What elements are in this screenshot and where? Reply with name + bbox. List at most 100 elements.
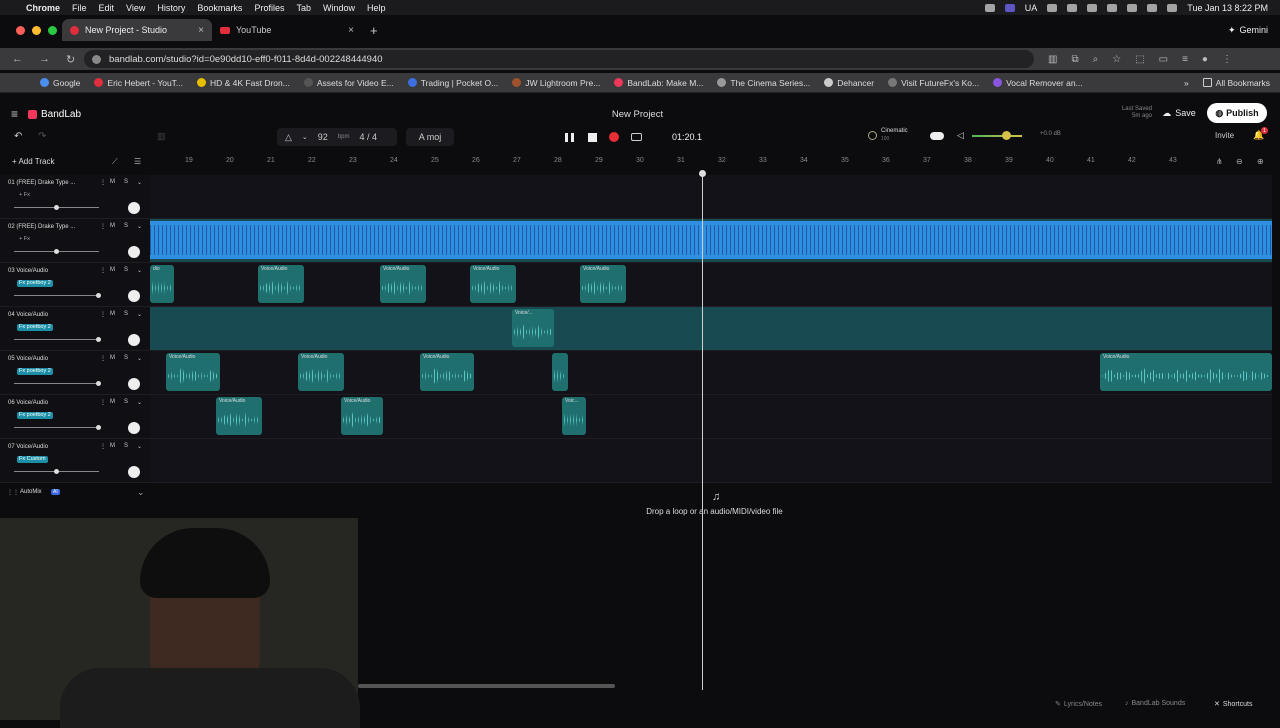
track-name[interactable]: 03 Voice/Audio [8,268,48,274]
track-volume-handle[interactable] [96,425,101,430]
menu-help[interactable]: Help [367,3,386,13]
invite-button[interactable]: Invite [1215,131,1234,140]
fx-button[interactable]: Fx Custom [17,456,48,463]
track-name[interactable]: 06 Voice/Audio [8,400,48,406]
more-options-icon[interactable]: ⋮ [100,399,106,406]
fx-button[interactable]: Fx poetboy 2 [17,280,53,287]
track-volume-handle[interactable] [53,205,59,210]
bookmark[interactable]: Eric Hebert - YouT... [94,78,183,88]
track-lane[interactable]: Voice/Audio Voice/Audio Voice/Audio Voice/A… [150,351,1272,395]
search-icon[interactable] [1147,3,1158,12]
horizontal-scrollbar[interactable] [358,684,615,688]
new-tab-icon[interactable]: + [370,23,378,38]
solo-button[interactable]: S [124,355,128,361]
input-language[interactable]: UA [1025,3,1038,13]
track-header[interactable]: 02 (FREE) Drake Type ... + Fx ⋮ M S ⌄ [0,219,150,263]
bookmark[interactable]: Vocal Remover an... [993,78,1083,88]
solo-button[interactable]: S [124,179,128,185]
zoom-in-icon[interactable]: ⊕ [1257,157,1264,166]
audio-clip[interactable] [552,353,568,391]
solo-button[interactable]: S [124,223,128,229]
pan-knob[interactable] [128,466,140,478]
more-options-icon[interactable]: ⋮ [100,267,106,274]
track-lane[interactable] [150,439,1272,483]
fx-button[interactable]: Fx poetboy 2 [17,324,53,331]
pan-knob[interactable] [128,378,140,390]
track-header[interactable]: 07 Voice/Audio Fx Custom ⋮ M S ⌄ [0,439,150,483]
media-icon[interactable]: ≡ [1182,54,1188,65]
track-volume-handle[interactable] [96,337,101,342]
lyrics-notes-button[interactable]: ✎ Lyrics/Notes [1055,700,1102,709]
menu-kebab-icon[interactable]: ⋮ [1222,54,1232,65]
sidebar-icon[interactable]: ▥ [1048,54,1057,65]
track-volume-handle[interactable] [53,249,59,254]
track-lane[interactable]: Voice/... [150,307,1272,351]
beat-clip[interactable] [150,221,1272,259]
redo-icon[interactable]: ↷ [38,131,46,142]
audio-clip[interactable]: Voice/Audio [258,265,304,303]
gemini-button[interactable]: ✦ Gemini [1228,25,1268,36]
automix-label[interactable]: AutoMix [20,489,42,495]
close-tab-icon[interactable]: × [348,25,354,36]
add-track-button[interactable]: + Add Track [12,157,54,166]
playhead-handle[interactable] [699,170,706,177]
project-title[interactable]: New Project [560,109,715,120]
bookmark-star-icon[interactable]: ☆ [1112,54,1121,65]
site-info-icon[interactable] [92,54,101,64]
more-options-icon[interactable]: ⋮ [100,355,106,362]
mute-button[interactable]: M [110,179,115,185]
back-icon[interactable]: ← [12,53,23,66]
chevron-down-icon[interactable]: ⌄ [137,443,142,450]
chevron-down-icon[interactable]: ⌄ [137,355,142,362]
reload-icon[interactable]: ↻ [66,53,75,66]
audio-clip[interactable]: Voice/Audio [380,265,426,303]
track-settings-icon[interactable]: ☰ [134,157,141,166]
bluetooth-icon[interactable] [1067,3,1078,12]
save-button[interactable]: ☁ Save [1158,104,1200,122]
audio-clip[interactable]: Voic... [562,397,586,435]
solo-button[interactable]: S [124,399,128,405]
more-options-icon[interactable]: ⋮ [100,179,106,186]
audio-clip[interactable]: Voice/Audio [580,265,626,303]
url-field[interactable]: bandlab.com/studio?id=0e90dd10-eff0-f011… [84,50,1034,68]
playhead[interactable] [702,172,703,690]
pan-knob[interactable] [128,290,140,302]
status-icon[interactable] [984,3,995,12]
menu-file[interactable]: File [72,3,87,13]
track-volume-handle[interactable] [96,381,101,386]
zoom-window-icon[interactable] [48,25,57,35]
audio-clip[interactable]: Voice/Audio [420,353,474,391]
chevron-down-icon[interactable]: ⌄ [137,311,142,318]
cast-icon[interactable]: ⧉ [1071,54,1078,65]
hamburger-menu-icon[interactable]: ≡ [11,107,18,121]
menu-history[interactable]: History [157,3,185,13]
track-header[interactable]: 04 Voice/Audio Fx poetboy 2 ⋮ M S ⌄ [0,307,150,351]
pan-knob[interactable] [128,422,140,434]
wifi-icon[interactable] [1127,3,1138,12]
track-name[interactable]: 01 (FREE) Drake Type ... [8,180,75,186]
pan-knob[interactable] [128,334,140,346]
chevron-down-icon[interactable]: ⌄ [137,223,142,230]
volume-icon[interactable] [1087,3,1098,12]
menu-view[interactable]: View [126,3,145,13]
bookmark[interactable]: Dehancer [824,78,874,88]
bookmark[interactable]: The Cinema Series... [717,78,810,88]
publish-button[interactable]: ◍ Publish [1207,103,1267,123]
stop-icon[interactable] [588,132,597,142]
undo-icon[interactable]: ↶ [14,131,22,142]
more-options-icon[interactable]: ⋮ [100,443,106,450]
tab-youtube[interactable]: YouTube × [212,19,362,41]
audio-clip[interactable]: Voice/Audio [1100,353,1272,391]
chevron-down-icon[interactable]: ⌄ [137,399,142,406]
solo-button[interactable]: S [124,267,128,273]
split-view-icon[interactable]: ▭ [1159,54,1168,65]
audio-clip[interactable]: dio [150,265,174,303]
chevron-down-icon[interactable]: ⌄ [137,487,145,498]
audio-clip[interactable]: Voice/Audio [298,353,344,391]
chevron-down-icon[interactable]: ⌄ [137,179,142,186]
audio-clip[interactable]: Voice/Audio [341,397,383,435]
all-bookmarks[interactable]: All Bookmarks [1202,78,1270,88]
track-volume-slider[interactable] [14,383,99,384]
track-header[interactable]: 06 Voice/Audio Fx poetboy 2 ⋮ M S ⌄ [0,395,150,439]
fx-button[interactable]: Fx poetboy 2 [17,412,53,419]
